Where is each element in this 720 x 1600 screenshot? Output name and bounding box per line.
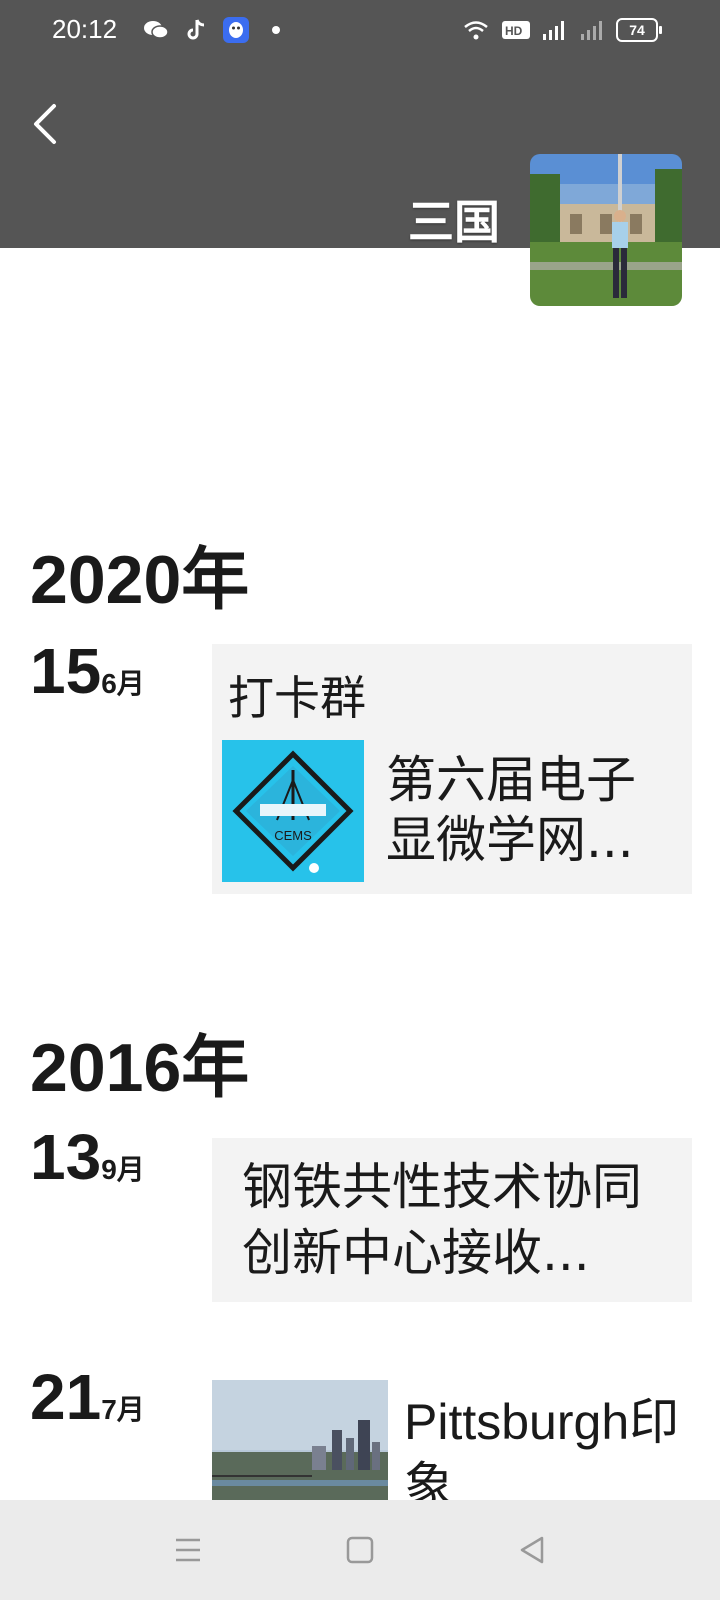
post-text: 第六届电子显微学网... (386, 751, 636, 869)
post-text: 钢铁共性技术协同创新中心接收... (242, 1158, 642, 1282)
navigation-bar (0, 1500, 720, 1600)
back-button[interactable] (26, 96, 66, 152)
post-date: 156月 (30, 634, 145, 708)
dot-icon (272, 26, 280, 34)
year-heading: 2020年 (30, 542, 250, 618)
post-card[interactable]: 钢铁共性技术协同创新中心接收... (212, 1138, 692, 1302)
thumb-label: CEMS (274, 828, 312, 843)
post-month: 6月 (101, 668, 145, 699)
post-text: Pittsburgh印象 (404, 1394, 680, 1514)
post-month: 9月 (101, 1154, 145, 1185)
battery-indicator: 74 (616, 18, 662, 42)
qq-icon (223, 17, 249, 43)
year-heading: 2016年 (30, 1030, 250, 1106)
profile-name: 三国 (408, 195, 500, 249)
status-time: 20:12 (52, 14, 118, 44)
svg-text:HD: HD (505, 24, 523, 38)
post-date: 217月 (30, 1360, 145, 1434)
signal-icon (581, 21, 602, 40)
post-card[interactable]: 打卡群 CEMS 第六届电子显微学网... (212, 644, 692, 894)
article-thumbnail: CEMS (222, 740, 364, 882)
post-day: 15 (30, 635, 102, 707)
post-title: 打卡群 (228, 671, 366, 725)
menu-icon[interactable] (168, 1530, 208, 1570)
status-left-icons (142, 16, 290, 44)
post-day: 13 (30, 1121, 102, 1193)
status-bar: 20:12 HD 74 (0, 0, 720, 66)
status-right-icons: HD 74 (462, 16, 662, 44)
photo-thumbnail[interactable] (212, 1380, 388, 1510)
4g-signal-icon (543, 21, 564, 40)
avatar[interactable] (530, 154, 682, 306)
post-date: 139月 (30, 1120, 145, 1194)
wifi-icon (464, 21, 488, 40)
hd-icon: HD (502, 21, 530, 39)
home-icon[interactable] (340, 1530, 380, 1570)
wechat-icon (144, 21, 169, 39)
back-nav-icon[interactable] (512, 1530, 552, 1570)
tiktok-icon (187, 19, 205, 40)
post-month: 7月 (101, 1394, 145, 1425)
post-day: 21 (30, 1361, 102, 1433)
